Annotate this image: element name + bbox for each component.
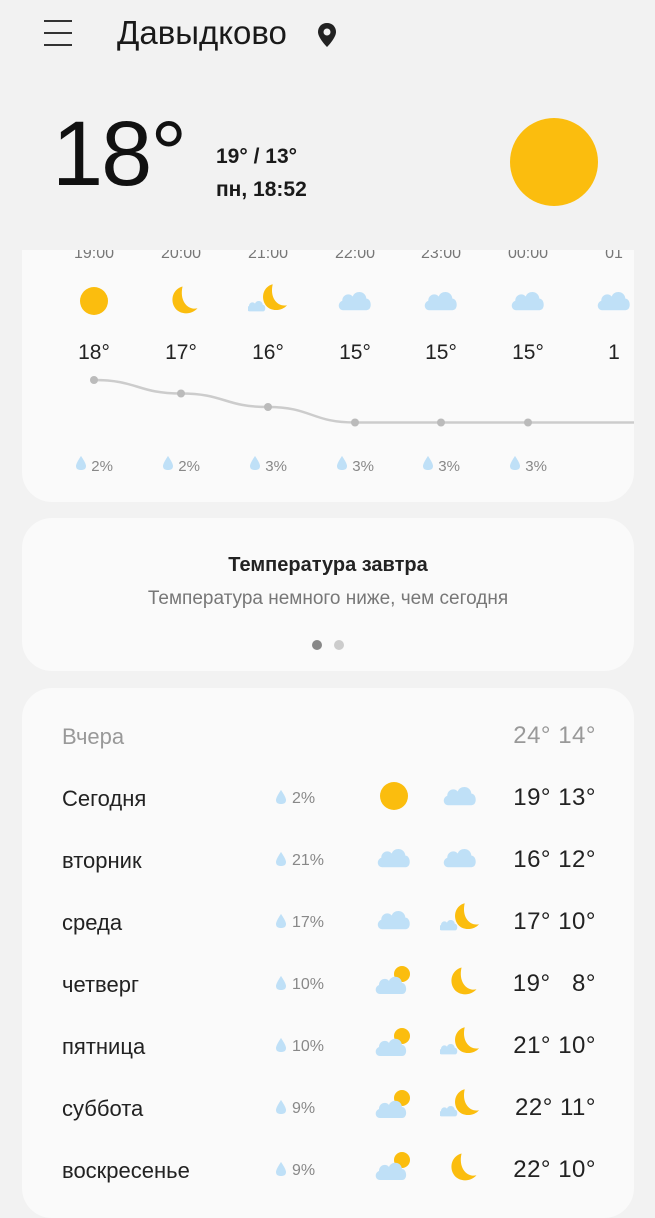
top-bar: Давыдково xyxy=(0,0,655,72)
sun-icon xyxy=(374,778,418,818)
moon-cloud-icon xyxy=(439,902,484,942)
day-name: Сегодня xyxy=(62,786,147,811)
day-row[interactable]: пятница 10% 21° 10° xyxy=(22,1026,634,1066)
day-temperatures: 19° 8° xyxy=(512,970,596,997)
temperature-point xyxy=(351,418,359,427)
moon-cloud-icon xyxy=(439,1026,484,1066)
day-row[interactable]: суббота 9% 22° 11° xyxy=(22,1088,634,1128)
current-datetime: пн, 18:52 xyxy=(216,178,307,201)
day-precipitation: 10% xyxy=(275,975,324,996)
day-temperatures: 21° 10° xyxy=(513,1032,596,1059)
temperature-point xyxy=(264,403,272,411)
day-name: воскресенье xyxy=(62,1158,190,1183)
menu-icon[interactable] xyxy=(42,18,74,48)
day-temperatures: 22° 11° xyxy=(515,1094,596,1121)
raindrop-icon xyxy=(275,1037,287,1058)
moon-cloud-icon xyxy=(439,1088,484,1128)
day-name: четверг xyxy=(62,972,139,997)
cloud-icon xyxy=(374,902,418,942)
day-precipitation: 10% xyxy=(275,1037,324,1058)
tip-title: Температура завтра xyxy=(228,554,428,576)
day-row[interactable]: воскресенье 9% 22° 10° xyxy=(22,1150,634,1190)
day-row[interactable]: Сегодня 2% 19° 13° xyxy=(22,778,634,818)
day-precipitation: 17% xyxy=(275,913,324,934)
current-temperature: 18° xyxy=(52,103,187,205)
day-name: суббота xyxy=(62,1096,144,1121)
sun-icon xyxy=(510,118,598,206)
day-row[interactable]: четверг 10% 19° 8° xyxy=(22,964,634,1004)
tip-subtitle: Температура немного ниже, чем сегодня xyxy=(147,588,509,609)
raindrop-icon xyxy=(275,913,287,934)
yesterday-row[interactable]: Вчера 24° 14° xyxy=(22,716,634,756)
day-precipitation: 2% xyxy=(275,789,315,810)
tip-card[interactable]: Температура завтра Температура немного н… xyxy=(22,518,634,671)
daily-forecast[interactable]: Вчера 24° 14° Сегодня 2% 19° 13° вторник 21% 16… xyxy=(22,688,634,1218)
day-name: вторник xyxy=(62,848,142,873)
moon-icon xyxy=(440,1150,484,1190)
day-name: Вчера xyxy=(62,724,125,749)
cloud-icon xyxy=(374,840,418,880)
temperature-point xyxy=(90,376,98,384)
raindrop-icon xyxy=(275,789,287,810)
day-temperatures: 24° 14° xyxy=(513,722,596,749)
day-precipitation: 21% xyxy=(275,851,324,872)
hourly-forecast[interactable]: 19:00 18° 2% 20:00 17° 2% 21:00 16° 3% 22:00 15… xyxy=(22,250,634,502)
pager-dot[interactable] xyxy=(334,640,344,650)
day-row[interactable]: среда 17% 17° 10° xyxy=(22,902,634,942)
day-precipitation: 9% xyxy=(275,1099,315,1120)
location-pin-icon xyxy=(318,23,336,47)
day-name: пятница xyxy=(62,1034,146,1059)
temperature-point xyxy=(524,418,532,427)
raindrop-icon xyxy=(275,1161,287,1182)
raindrop-icon xyxy=(275,975,287,996)
day-name: среда xyxy=(62,910,123,935)
day-temperatures: 22° 10° xyxy=(513,1156,596,1183)
cloud-icon xyxy=(440,840,484,880)
day-temperatures: 19° 13° xyxy=(513,784,596,811)
temperature-point xyxy=(437,418,445,427)
high-low-temperature: 19° / 13° xyxy=(216,145,298,168)
raindrop-icon xyxy=(275,1099,287,1120)
raindrop-icon xyxy=(275,851,287,872)
sun-cloud-icon xyxy=(374,1150,418,1190)
day-temperatures: 17° 10° xyxy=(513,908,596,935)
temperature-point xyxy=(177,389,185,398)
sun-cloud-icon xyxy=(374,1026,418,1066)
pager-dot-active[interactable] xyxy=(312,640,322,650)
sun-cloud-icon xyxy=(374,964,418,1004)
day-row[interactable]: вторник 21% 16° 12° xyxy=(22,840,634,880)
day-precipitation: 9% xyxy=(275,1161,315,1182)
moon-icon xyxy=(440,964,484,1004)
day-temperatures: 16° 12° xyxy=(513,846,596,873)
cloud-icon xyxy=(440,778,484,818)
city-name[interactable]: Давыдково xyxy=(117,14,287,52)
temperature-trend-line xyxy=(90,376,634,427)
sun-cloud-icon xyxy=(374,1088,418,1128)
